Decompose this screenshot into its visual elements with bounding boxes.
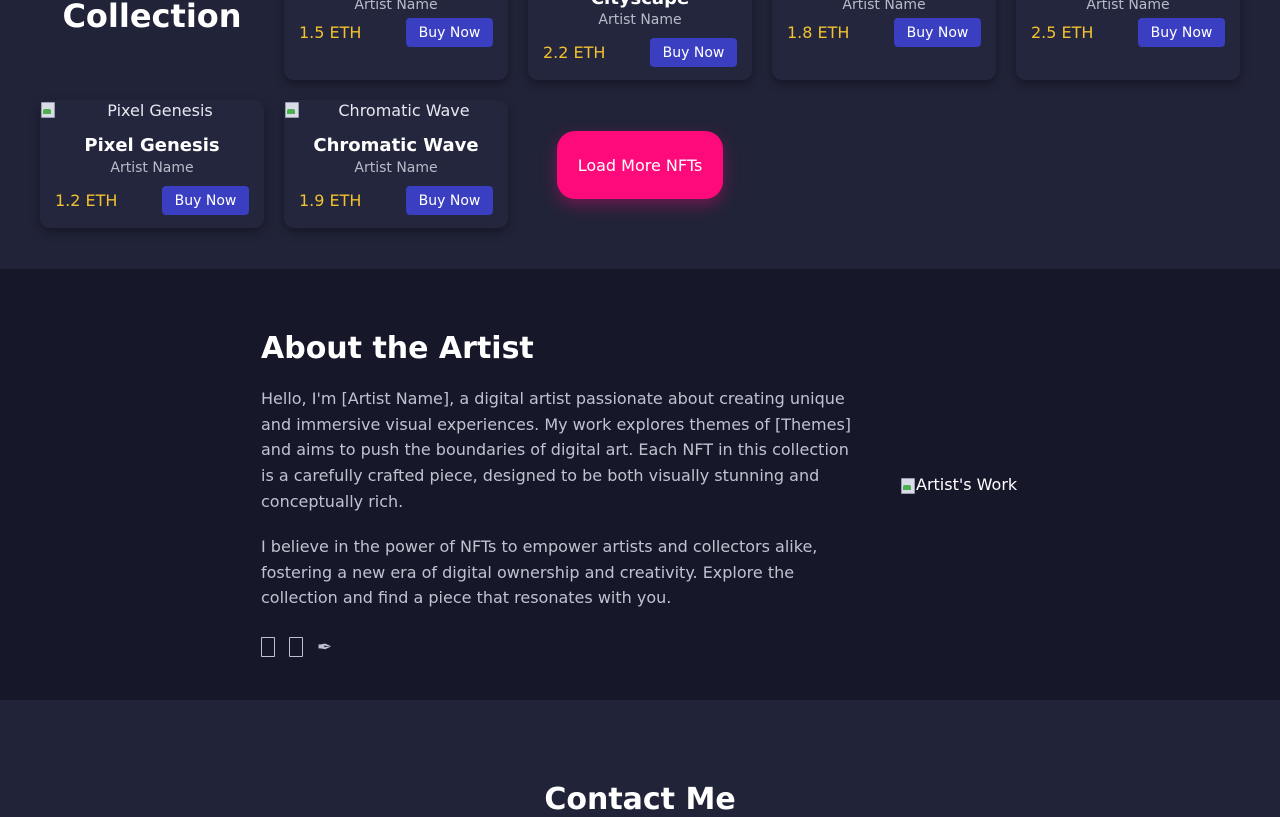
nft-card[interactable]: Cityscape Artist Name 2.2 ETH Buy Now: [528, 0, 752, 80]
nft-card[interactable]: Pixel Genesis Pixel Genesis Artist Name …: [40, 100, 264, 228]
broken-image-icon: [900, 477, 916, 494]
nft-card[interactable]: Artist Name 1.5 ETH Buy Now: [284, 0, 508, 80]
card-title: Pixel Genesis: [84, 135, 220, 156]
contact-section: Contact Me: [0, 700, 1280, 817]
collection-title: Collection: [62, 0, 242, 35]
card-price: 1.5 ETH: [299, 23, 362, 42]
about-title: About the Artist: [261, 331, 534, 366]
nft-card[interactable]: Artist Name 2.5 ETH Buy Now: [1016, 0, 1240, 80]
artist-work-alt: Artist's Work: [916, 475, 1018, 494]
card-artist: Artist Name: [598, 12, 682, 28]
buy-now-button[interactable]: Buy Now: [894, 18, 981, 47]
buy-now-button[interactable]: Buy Now: [162, 186, 249, 215]
card-artist: Artist Name: [842, 0, 926, 13]
card-artist: Artist Name: [354, 0, 438, 13]
social-links: ✒: [261, 633, 332, 661]
buy-now-button[interactable]: Buy Now: [650, 38, 737, 67]
card-artist: Artist Name: [110, 160, 194, 176]
buy-now-button[interactable]: Buy Now: [406, 186, 493, 215]
about-paragraph: I believe in the power of NFTs to empowe…: [261, 537, 818, 608]
collection-section: Collection Artist Name 1.5 ETH Buy Now C…: [0, 0, 1280, 269]
card-image-alt: Pixel Genesis: [107, 101, 213, 120]
nft-card[interactable]: Artist Name 1.8 ETH Buy Now: [772, 0, 996, 80]
social-link-icon[interactable]: [289, 637, 303, 657]
artist-work-image: Artist's Work: [900, 475, 1017, 494]
card-artist: Artist Name: [354, 160, 438, 176]
card-price: 1.9 ETH: [299, 191, 362, 210]
pen-icon[interactable]: ✒: [317, 633, 332, 661]
card-price: 1.8 ETH: [787, 23, 850, 42]
about-section: About the Artist Hello, I'm [Artist Name…: [0, 269, 1280, 700]
card-artist: Artist Name: [1086, 0, 1170, 13]
card-price: 2.5 ETH: [1031, 23, 1094, 42]
card-title: Cityscape: [528, 0, 752, 9]
social-link-icon[interactable]: [261, 637, 275, 657]
nft-card[interactable]: Chromatic Wave Chromatic Wave Artist Nam…: [284, 100, 508, 228]
buy-now-button[interactable]: Buy Now: [1138, 18, 1225, 47]
about-paragraph: Hello, I'm [Artist Name], a digital arti…: [261, 389, 852, 511]
load-more-button[interactable]: Load More NFTs: [557, 131, 723, 199]
card-price: 2.2 ETH: [543, 43, 606, 62]
card-title: Chromatic Wave: [313, 135, 479, 156]
card-price: 1.2 ETH: [55, 191, 118, 210]
buy-now-button[interactable]: Buy Now: [406, 18, 493, 47]
card-image-alt: Chromatic Wave: [338, 101, 470, 120]
